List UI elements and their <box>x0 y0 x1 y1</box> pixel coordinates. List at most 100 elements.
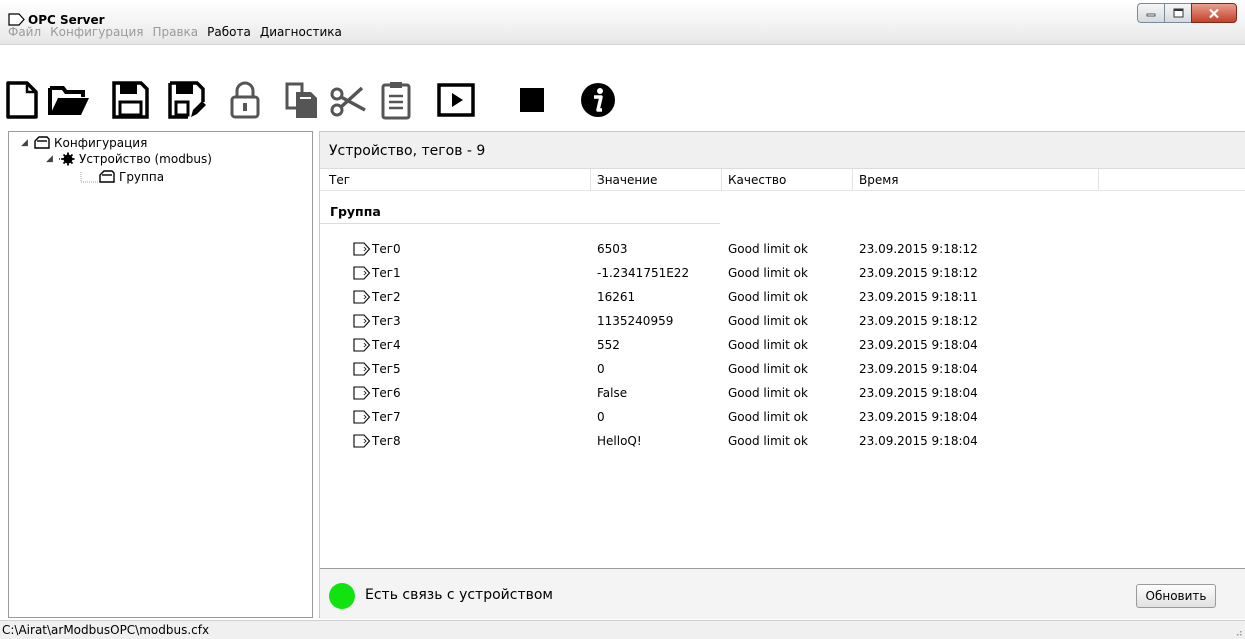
table-header: Тег Значение Качество Время <box>320 169 1245 191</box>
col-value[interactable]: Значение <box>591 169 722 191</box>
tag-name: Тег0 <box>372 242 401 256</box>
save-as-icon <box>168 81 206 119</box>
table-row[interactable]: Тег8 HelloQ! Good limit ok 23.09.2015 9:18:… <box>320 430 1245 454</box>
tag-time: 23.09.2015 9:18:12 <box>859 314 978 328</box>
col-time[interactable]: Время <box>853 169 1099 191</box>
device-gear-icon <box>59 152 75 166</box>
minimize-icon <box>1146 13 1156 17</box>
group-header: Группа <box>330 204 381 219</box>
maximize-icon <box>1173 8 1183 18</box>
tags-panel: Устройство, тегов - 9 Тег Значение Качес… <box>319 131 1245 619</box>
close-button[interactable] <box>1191 3 1237 23</box>
tag-time: 23.09.2015 9:18:12 <box>859 242 978 256</box>
col-tag[interactable]: Тег <box>320 169 591 191</box>
status-area: Есть связь с устройством Обновить <box>320 568 1245 619</box>
resize-grip-icon[interactable] <box>1234 628 1242 636</box>
tag-icon <box>353 290 371 304</box>
tag-name: Тег8 <box>372 434 401 448</box>
tree-label-group: Группа <box>119 170 165 184</box>
connection-status-text: Есть связь с устройством <box>365 587 553 603</box>
table-row[interactable]: Тег3 1135240959 Good limit ok 23.09.2015 9:… <box>320 310 1245 334</box>
tag-icon <box>353 338 371 352</box>
tag-quality: Good limit ok <box>728 338 808 352</box>
table-row[interactable]: Тег5 0 Good limit ok 23.09.2015 9:18:04 <box>320 358 1245 382</box>
menu-diagnostics[interactable]: Диагностика <box>260 25 342 39</box>
menu-edit[interactable]: Правка <box>152 25 198 39</box>
tag-value: False <box>597 386 628 400</box>
tag-icon <box>353 434 371 448</box>
tag-quality: Good limit ok <box>728 362 808 376</box>
tag-value: 16261 <box>597 290 636 304</box>
tag-quality: Good limit ok <box>728 266 808 280</box>
tree-label-device: Устройство (modbus) <box>79 152 212 166</box>
table-row[interactable]: Тег0 6503 Good limit ok 23.09.2015 9:18:12 <box>320 238 1245 262</box>
table-row[interactable]: Тег4 552 Good limit ok 23.09.2015 9:18:04 <box>320 334 1245 358</box>
tag-name: Тег4 <box>372 338 401 352</box>
tree-label-configuration: Конфигурация <box>54 136 148 150</box>
table-row[interactable]: Тег7 0 Good limit ok 23.09.2015 9:18:04 <box>320 406 1245 430</box>
expand-arrow-icon[interactable]: ◢ <box>46 154 56 164</box>
tag-name: Тег3 <box>372 314 401 328</box>
tag-value: 0 <box>597 362 605 376</box>
stop-icon <box>520 88 544 112</box>
menu-bar: Файл Конфигурация Правка Работа Диагност… <box>0 22 351 42</box>
minimize-button[interactable] <box>1137 3 1164 23</box>
tag-quality: Good limit ok <box>728 434 808 448</box>
configuration-tree[interactable]: ◢ Конфигурация ◢ Устройство (modbus) Гру… <box>8 131 313 618</box>
tag-icon <box>353 410 371 424</box>
tag-quality: Good limit ok <box>728 314 808 328</box>
file-path: C:\Airat\arModbusOPC\modbus.cfx <box>2 623 210 637</box>
maximize-button[interactable] <box>1164 3 1191 23</box>
lock-icon <box>230 81 260 119</box>
tag-quality: Good limit ok <box>728 386 808 400</box>
play-button[interactable] <box>436 80 476 120</box>
tag-icon <box>353 242 371 256</box>
paste-icon <box>381 82 411 120</box>
table-row[interactable]: Тег2 16261 Good limit ok 23.09.2015 9:18:11 <box>320 286 1245 310</box>
tag-quality: Good limit ok <box>728 242 808 256</box>
toolbar <box>0 74 1245 124</box>
new-file-button[interactable] <box>2 80 42 120</box>
lock-button[interactable] <box>225 80 265 120</box>
tree-node-configuration[interactable]: ◢ Конфигурация <box>21 136 147 150</box>
window-controls <box>1137 3 1237 25</box>
paste-button[interactable] <box>376 80 416 120</box>
tag-time: 23.09.2015 9:18:12 <box>859 266 978 280</box>
menu-work[interactable]: Работа <box>207 25 251 39</box>
expand-arrow-icon[interactable]: ◢ <box>21 138 31 148</box>
menu-configuration[interactable]: Конфигурация <box>50 25 143 39</box>
tree-connector <box>80 172 99 183</box>
table-row[interactable]: Тег6 False Good limit ok 23.09.2015 9:18:04 <box>320 382 1245 406</box>
panel-header: Устройство, тегов - 9 <box>320 132 1245 169</box>
tag-time: 23.09.2015 9:18:11 <box>859 290 978 304</box>
tag-icon <box>353 386 371 400</box>
panel-title: Устройство, тегов - 9 <box>329 143 486 159</box>
tag-time: 23.09.2015 9:18:04 <box>859 362 978 376</box>
tag-value: HelloQ! <box>597 434 642 448</box>
tag-time: 23.09.2015 9:18:04 <box>859 386 978 400</box>
tag-quality: Good limit ok <box>728 290 808 304</box>
tag-time: 23.09.2015 9:18:04 <box>859 434 978 448</box>
folder-config-icon <box>34 136 50 149</box>
tag-value: -1.2341751E22 <box>597 266 690 280</box>
save-icon <box>112 81 149 119</box>
tag-name: Тег6 <box>372 386 401 400</box>
tree-node-device[interactable]: ◢ Устройство (modbus) <box>46 152 212 166</box>
refresh-button[interactable]: Обновить <box>1136 584 1216 608</box>
table-row[interactable]: Тег1 -1.2341751E22 Good limit ok 23.09.2015… <box>320 262 1245 286</box>
tag-name: Тег5 <box>372 362 401 376</box>
cut-button[interactable] <box>328 80 368 120</box>
stop-button[interactable] <box>512 80 552 120</box>
save-as-button[interactable] <box>166 80 206 120</box>
col-quality[interactable]: Качество <box>722 169 853 191</box>
info-button[interactable] <box>578 80 618 120</box>
copy-button[interactable] <box>282 80 322 120</box>
status-bar: C:\Airat\arModbusOPC\modbus.cfx <box>0 620 1245 639</box>
tag-value: 552 <box>597 338 620 352</box>
tag-quality: Good limit ok <box>728 410 808 424</box>
save-button[interactable] <box>110 80 150 120</box>
tree-node-group[interactable]: Группа <box>99 170 164 184</box>
open-button[interactable] <box>46 80 92 120</box>
menu-file[interactable]: Файл <box>8 25 41 39</box>
tag-name: Тег2 <box>372 290 401 304</box>
